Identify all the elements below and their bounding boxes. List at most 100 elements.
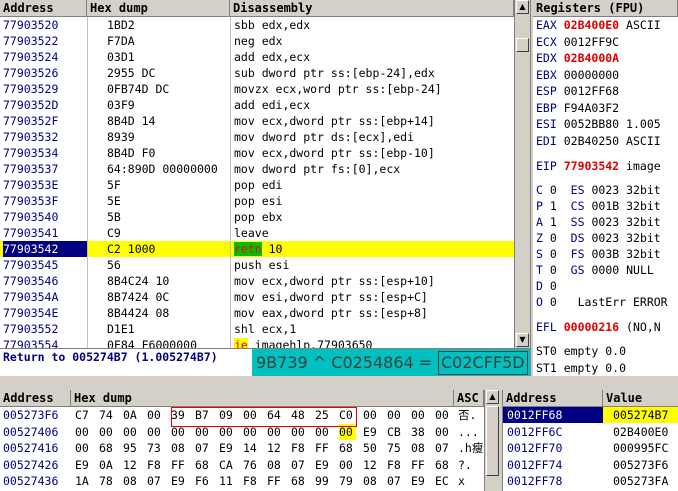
dump-byte[interactable]: CA xyxy=(219,457,236,473)
flag-a[interactable]: A 1 SS 0023 32bit xyxy=(536,214,661,231)
disasm-row[interactable]: 77903520 1BD2 sbb edx,edx xyxy=(0,17,514,33)
disasm-row[interactable]: 77903522 F7DA neg edx xyxy=(0,33,514,49)
dump-pane[interactable]: Address Hex dump ASC 005273F6 C7 74 0A 00 39 B… xyxy=(0,390,484,491)
dump-byte[interactable]: 00 xyxy=(339,457,356,473)
dump-byte[interactable]: E9 xyxy=(315,457,332,473)
dump-byte[interactable]: FF xyxy=(315,440,332,456)
dump-byte[interactable]: 07 xyxy=(291,457,308,473)
dump-byte[interactable]: 07 xyxy=(387,473,404,489)
flag-p[interactable]: P 1 CS 001B 32bit xyxy=(536,198,661,215)
dump-byte[interactable]: 00 xyxy=(243,424,260,440)
dump-byte[interactable]: 00 xyxy=(243,407,260,423)
dump-byte[interactable]: C7 xyxy=(75,407,92,423)
dump-byte[interactable]: 0A xyxy=(123,407,140,423)
dump-byte[interactable]: EC xyxy=(435,473,452,489)
register-ebp[interactable]: EBP F94A03F2 xyxy=(536,100,626,117)
registers-pane[interactable]: Registers (FPU) EAX 02B400E0 ASCII ECX 00… xyxy=(533,0,678,390)
dump-byte[interactable]: 50 xyxy=(363,440,380,456)
stack-row[interactable]: 0012FF74 005273F6 xyxy=(503,457,678,473)
stack-row[interactable]: 0012FF6C 02B400E0 xyxy=(503,424,678,440)
dump-row[interactable]: 00527426 E9 0A 12 F8 FF 68 CA 76 08 07 E9 00 12 F8 FF 68… xyxy=(0,457,484,473)
dump-byte[interactable]: 64 xyxy=(267,407,284,423)
disasm-row[interactable]: 7790354A 8B7424 0C mov esi,dword ptr ss:[e… xyxy=(0,289,514,305)
disasm-row[interactable]: 77903546 8B4C24 10 mov ecx,dword ptr ss:[e… xyxy=(0,273,514,289)
dump-byte[interactable]: FF xyxy=(171,457,188,473)
registers-header[interactable]: Registers (FPU) xyxy=(533,0,678,17)
dump-byte[interactable]: 00 xyxy=(291,424,308,440)
disassembly-scrollbar[interactable]: ▲ ▼ xyxy=(514,0,530,348)
disasm-row[interactable]: 77903554 0F84 F6000000 je imagehlp.7790365… xyxy=(0,337,514,348)
scroll-up-icon[interactable]: ▲ xyxy=(516,0,529,14)
dump-byte[interactable]: 00 xyxy=(219,424,236,440)
dump-byte[interactable]: 68 xyxy=(195,457,212,473)
dump-byte[interactable]: 00 xyxy=(75,424,92,440)
dump-byte[interactable]: 79 xyxy=(339,473,356,489)
dump-byte[interactable]: 08 xyxy=(267,457,284,473)
flag-s[interactable]: S 0 FS 003B 32bit xyxy=(536,246,661,263)
dump-col-header-ascii[interactable]: ASC xyxy=(454,390,484,407)
dump-byte[interactable]: 08 xyxy=(171,440,188,456)
flag-t[interactable]: T 0 GS 0000 NULL xyxy=(536,262,654,279)
disasm-row[interactable]: 7790354E 8B4424 08 mov eax,dword ptr ss:[e… xyxy=(0,305,514,321)
scroll-thumb[interactable] xyxy=(516,38,529,52)
dump-byte[interactable]: E9 xyxy=(75,457,92,473)
dump-byte[interactable]: 00 xyxy=(75,440,92,456)
dump-byte[interactable]: 75 xyxy=(387,440,404,456)
dump-byte[interactable]: 09 xyxy=(219,407,236,423)
dump-byte[interactable]: 00 xyxy=(435,407,452,423)
dump-row[interactable]: 00527436 1A 78 08 07 E9 F6 11 F8 FF 68 99 79 08 07 E9 EC… xyxy=(0,473,484,489)
dump-byte[interactable]: F8 xyxy=(243,473,260,489)
dump-byte[interactable]: 68 xyxy=(99,440,116,456)
register-eax[interactable]: EAX 02B400E0 ASCII xyxy=(536,17,661,34)
stack-col-header-value[interactable]: Value xyxy=(603,390,678,407)
dump-byte[interactable]: 25 xyxy=(315,407,332,423)
register-edi[interactable]: EDI 02B40250 ASCII xyxy=(536,133,661,150)
fpu-register[interactable]: ST0 empty 0.0 xyxy=(536,343,626,360)
register-ecx[interactable]: ECX 0012FF9C xyxy=(536,34,626,51)
dump-byte[interactable]: 00 xyxy=(123,424,140,440)
col-header-disasm[interactable]: Disassembly xyxy=(230,0,514,17)
dump-byte[interactable]: 00 xyxy=(339,423,356,440)
dump-byte[interactable]: 73 xyxy=(147,440,164,456)
dump-byte[interactable]: 08 xyxy=(411,440,428,456)
dump-byte[interactable]: 00 xyxy=(387,407,404,423)
dump-scroll-up-icon[interactable]: ▲ xyxy=(486,390,499,404)
disasm-row[interactable]: 77903529 0FB74D DC movzx ecx,word ptr ss:[… xyxy=(0,81,514,97)
dump-byte[interactable]: 12 xyxy=(267,440,284,456)
dump-byte[interactable]: B7 xyxy=(195,407,212,423)
dump-row[interactable]: 00527406 00 00 00 00 00 00 00 00 00 00 00 00 E9 CB 38 00… xyxy=(0,423,484,440)
register-ebx[interactable]: EBX 00000000 xyxy=(536,67,626,84)
dump-scroll-thumb[interactable] xyxy=(486,406,499,476)
dump-byte[interactable]: 48 xyxy=(291,407,308,423)
disasm-row[interactable]: 77903542 C2 1000 retn 10 xyxy=(0,241,514,257)
disasm-row[interactable]: 77903534 8B4D F0 mov ecx,dword ptr ss:[ebp… xyxy=(0,145,514,161)
dump-byte[interactable]: 07 xyxy=(195,440,212,456)
col-header-hex[interactable]: Hex dump xyxy=(87,0,230,17)
dump-byte[interactable]: 00 xyxy=(147,424,164,440)
flag-d[interactable]: D 0 xyxy=(536,278,557,295)
dump-byte[interactable]: 00 xyxy=(267,424,284,440)
disasm-row[interactable]: 7790353F 5E pop esi xyxy=(0,193,514,209)
dump-byte[interactable]: 76 xyxy=(243,457,260,473)
disasm-row[interactable]: 7790352F 8B4D 14 mov ecx,dword ptr ss:[ebp… xyxy=(0,113,514,129)
dump-byte[interactable]: 11 xyxy=(219,473,236,489)
flag-z[interactable]: Z 0 DS 0023 32bit xyxy=(536,230,661,247)
dump-byte[interactable]: 07 xyxy=(147,473,164,489)
disasm-row[interactable]: 77903532 8939 mov dword ptr ds:[ecx],edi xyxy=(0,129,514,145)
dump-scrollbar[interactable]: ▲ xyxy=(484,390,500,491)
disasm-row[interactable]: 77903537 64:890D 00000000 mov dword ptr fs… xyxy=(0,161,514,177)
scroll-down-icon[interactable]: ▼ xyxy=(516,333,529,347)
disasm-row[interactable]: 77903552 D1E1 shl ecx,1 xyxy=(0,321,514,337)
stack-row[interactable]: 0012FF68 005274B7 xyxy=(503,407,678,423)
register-eip[interactable]: EIP 77903542 image xyxy=(536,158,661,175)
disasm-row[interactable]: 77903541 C9 leave xyxy=(0,225,514,241)
pane-splitter-horizontal[interactable] xyxy=(0,376,678,390)
dump-byte[interactable]: 68 xyxy=(339,440,356,456)
dump-byte[interactable]: 74 xyxy=(99,407,116,423)
dump-byte[interactable]: FF xyxy=(267,473,284,489)
dump-byte[interactable]: 00 xyxy=(315,424,332,440)
dump-byte[interactable]: 00 xyxy=(435,424,452,440)
dump-byte[interactable]: 14 xyxy=(243,440,260,456)
dump-byte[interactable]: 95 xyxy=(123,440,140,456)
dump-byte[interactable]: 99 xyxy=(315,473,332,489)
